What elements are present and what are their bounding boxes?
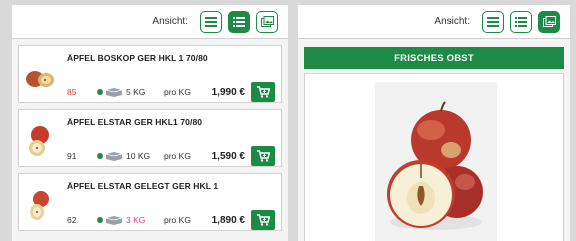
product-list-panel: Ansicht: ÄPFEL BOSKOP GER HKL 1 70/80 85… [12, 5, 288, 241]
detail-list-view-icon [515, 16, 527, 27]
detail-list-view-button[interactable] [228, 10, 250, 33]
product-name: ÄPFEL ELSTAR GELEGT GER HKL 1 [67, 181, 219, 191]
cart-icon [256, 150, 270, 162]
category-title: FRISCHES OBST [304, 47, 564, 69]
availability-dot [97, 217, 103, 223]
package-icon [105, 216, 123, 225]
view-label: Ansicht: [434, 16, 470, 27]
stock-count: 91 [67, 151, 77, 161]
gallery-view-button[interactable] [538, 10, 560, 33]
price-unit: pro KG [164, 215, 191, 225]
gallery-view-icon [542, 16, 556, 27]
detail-list-view-icon [233, 16, 245, 27]
list-view-icon [487, 16, 499, 27]
product-price: 1,590 € [211, 150, 245, 162]
product-name: ÄPFEL ELSTAR GER HKL1 70/80 [67, 117, 203, 127]
price-unit: pro KG [164, 87, 191, 97]
list-view-icon [205, 16, 217, 27]
add-to-cart-button[interactable] [251, 210, 275, 230]
product-details: 62 3 KG pro KG 1,890 € [67, 210, 275, 230]
package-size: 5 KG [126, 87, 146, 97]
product-name: ÄPFEL BOSKOP GER HKL 1 70/80 [67, 53, 208, 63]
availability-dot [97, 89, 103, 95]
product-image-apple-boskop [26, 71, 54, 87]
gallery-view-button[interactable] [256, 10, 278, 33]
category-tile[interactable] [304, 73, 564, 241]
view-toolbar: Ansicht: [298, 5, 570, 39]
product-card[interactable]: ÄPFEL ELSTAR GER HKL1 70/80 91 10 KG pro… [18, 109, 282, 167]
category-gallery-panel: Ansicht: FRISCHES OBST [298, 5, 570, 241]
price-unit: pro KG [164, 151, 191, 161]
product-price: 1,890 € [211, 214, 245, 226]
package-size: 10 KG [126, 151, 151, 161]
product-card[interactable]: ÄPFEL BOSKOP GER HKL 1 70/80 85 5 KG pro… [18, 45, 282, 103]
view-label: Ansicht: [152, 16, 188, 27]
product-price: 1,990 € [211, 86, 245, 98]
package-icon [105, 152, 123, 161]
list-view-button[interactable] [200, 10, 222, 33]
stock-count: 85 [67, 87, 77, 97]
cart-icon [256, 86, 270, 98]
product-details: 91 10 KG pro KG 1,590 € [67, 146, 275, 166]
detail-list-view-button[interactable] [510, 10, 532, 33]
add-to-cart-button[interactable] [251, 82, 275, 102]
gallery-view-icon [260, 16, 274, 27]
cart-icon [256, 214, 270, 226]
view-toolbar: Ansicht: [12, 5, 288, 39]
product-details: 85 5 KG pro KG 1,990 € [67, 82, 275, 102]
package-icon [105, 88, 123, 97]
list-view-button[interactable] [482, 10, 504, 33]
availability-dot [97, 153, 103, 159]
add-to-cart-button[interactable] [251, 146, 275, 166]
product-card[interactable]: ÄPFEL ELSTAR GELEGT GER HKL 1 62 3 KG pr… [18, 173, 282, 231]
category-image-apples [375, 82, 497, 241]
product-image-apple-elstar [29, 126, 49, 156]
package-size: 3 KG [126, 215, 146, 225]
product-image-apple-elstar-gelegt [30, 191, 49, 220]
product-list: ÄPFEL BOSKOP GER HKL 1 70/80 85 5 KG pro… [12, 39, 288, 231]
stock-count: 62 [67, 215, 77, 225]
